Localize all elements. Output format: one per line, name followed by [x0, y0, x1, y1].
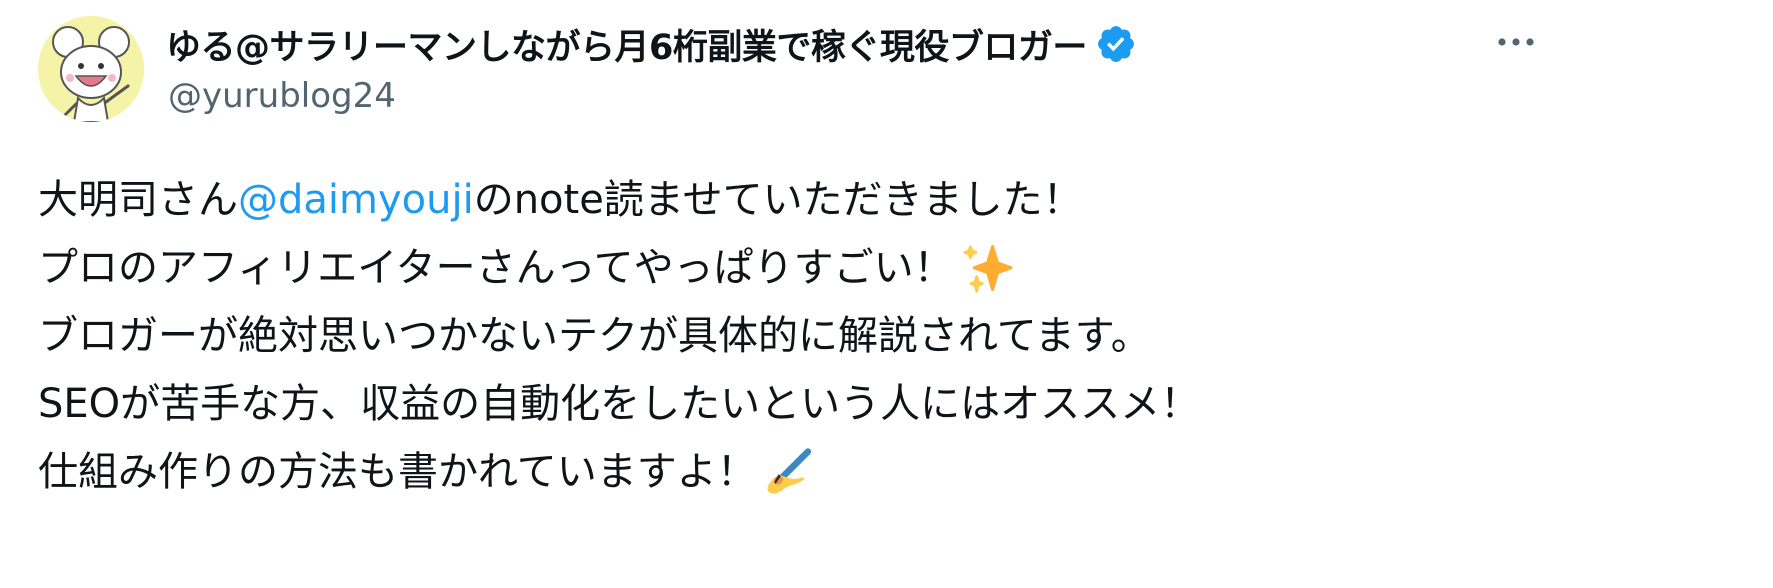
- author-name-row: ゆる@サラリーマンしながら月6桁副業で稼ぐ現役ブロガー: [166, 14, 1137, 74]
- cartoon-mouse-avatar-icon: [38, 16, 144, 122]
- tweet-card: ゆる@サラリーマンしながら月6桁副業で稼ぐ現役ブロガー @yurublog24 …: [0, 0, 1773, 588]
- tweet-line-1: 大明司さん @daimyouji のnote読ませていただきました！: [38, 166, 1738, 234]
- more-options-icon: [1498, 38, 1534, 46]
- author-display-name[interactable]: ゆる@サラリーマンしながら月6桁副業で稼ぐ現役ブロガー: [166, 19, 1087, 70]
- author-handle[interactable]: @yurublog24: [168, 76, 396, 116]
- tweet-text-segment: プロのアフィリエイターさんってやっぱりすごい！: [38, 245, 954, 291]
- tweet-line-3: ブロガーが絶対思いつかないテクが具体的に解説されてます。: [38, 302, 1738, 370]
- tweet-text: 大明司さん @daimyouji のnote読ませていただきました！ プロのアフィリ…: [38, 166, 1738, 506]
- tweet-line-4: SEOが苦手な方、収益の自動化をしたいという人にはオススメ！: [38, 370, 1738, 438]
- tweet-text-segment: 大明司さん: [38, 177, 238, 223]
- tweet-text-segment: のnote読ませていただきました！: [473, 177, 1083, 223]
- tweet-line-2: プロのアフィリエイターさんってやっぱりすごい！: [38, 234, 1738, 302]
- writing-hand-icon: [765, 446, 817, 498]
- sparkles-icon: [962, 242, 1014, 294]
- tweet-line-5: 仕組み作りの方法も書かれていますよ！: [38, 438, 1738, 506]
- more-options-button[interactable]: [1490, 20, 1542, 64]
- tweet-text-segment: 仕組み作りの方法も書かれていますよ！: [38, 449, 757, 495]
- verified-badge-icon[interactable]: [1095, 23, 1137, 65]
- tweet-text-segment: SEOが苦手な方、収益の自動化をしたいという人にはオススメ！: [38, 381, 1201, 427]
- author-avatar[interactable]: [38, 16, 144, 122]
- tweet-text-segment: ブロガーが絶対思いつかないテクが具体的に解説されてます。: [38, 313, 1151, 359]
- mention-link[interactable]: @daimyouji: [238, 166, 474, 234]
